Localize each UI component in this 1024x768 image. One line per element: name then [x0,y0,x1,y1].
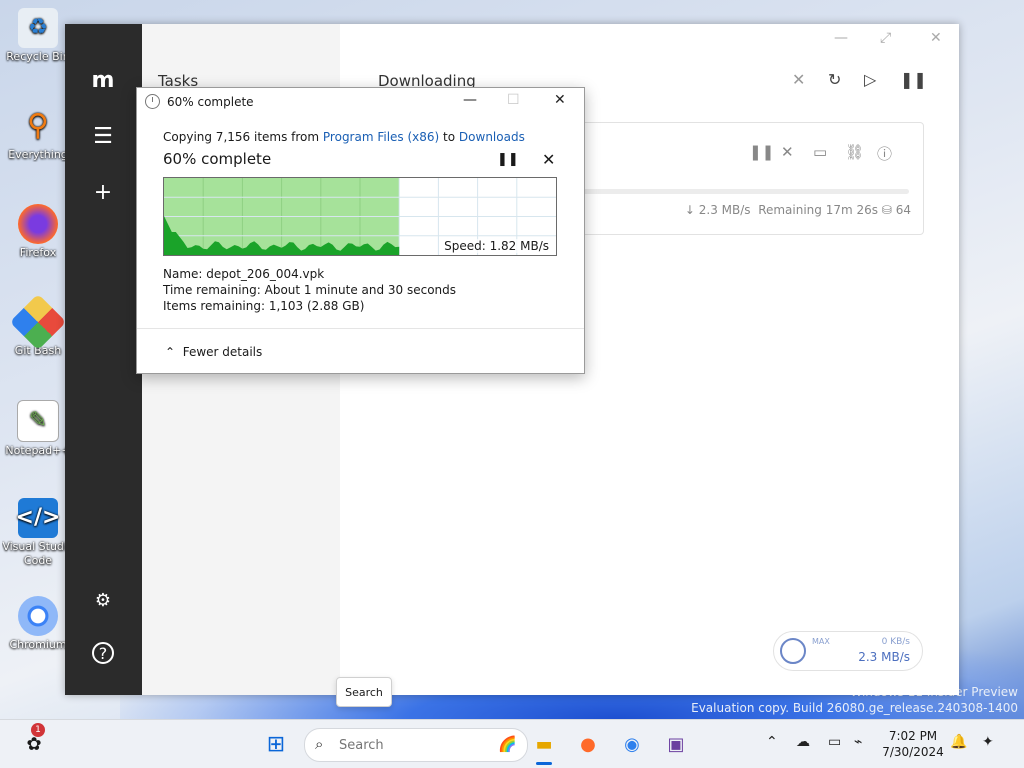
dialog-minimize-icon[interactable]: — [463,92,477,108]
desktop-icon-label: Firefox [19,246,57,259]
onedrive-icon[interactable]: ☁ [796,734,810,750]
cancel-copy-icon[interactable]: ✕ [542,150,555,169]
app-close-icon[interactable]: ✕ [930,30,942,46]
notification-badge: 1 [31,723,45,737]
copy-mid: to [439,130,459,144]
dialog-close-icon[interactable]: ✕ [554,92,566,108]
app-taskbar-icon[interactable]: ▣ [662,730,690,758]
speed-meter[interactable]: MAX 0 KB/s 2.3 MB/s [773,631,923,671]
search-highlight-icon: 🌈 [498,735,517,753]
upload-speed: 0 KB/s [881,637,910,647]
desktop-icon-label: Notepad++ [5,444,71,457]
qbittorrent-icon[interactable]: ◉ [618,730,646,758]
destination-folder-link[interactable]: Downloads [459,130,525,144]
clock-icon [145,94,160,109]
menu-icon[interactable]: ☰ [89,122,117,150]
task-card[interactable]: ❚❚ ✕ ▭ ⛓ ⓘ ↓ 2.3 MB/s Remaining 17m 26s … [576,122,924,235]
transfer-speed-graph: Speed: 1.82 MB/s [163,177,557,256]
help-icon[interactable]: ? [92,642,114,664]
desktop-icon-label: Recycle Bin [6,50,70,63]
taskbar: ✿ 1 ⊞ ⌕ 🌈 ▬ ● ◉ ▣ ⌃ ☁ ▭ ⌁ 7:02 PM 7/30/2… [0,719,1024,768]
resume-all-icon[interactable]: ▷ [864,70,876,89]
source-folder-link[interactable]: Program Files (x86) [323,130,439,144]
app-rail: m ☰ + ⚙ ? [65,24,142,695]
desktop-icon-firefox[interactable]: Firefox [2,204,74,260]
file-name-line: Name: depot_206_004.vpk [163,267,325,281]
search-icon: ⌕ [315,735,324,753]
speed-max-label: MAX [812,637,830,646]
download-speed: 2.3 MB/s [858,650,910,664]
copy-progress-dialog: 60% complete — ☐ ✕ Copying 7,156 items f… [136,87,585,374]
app-logo-icon: m [91,67,115,93]
file-explorer-icon[interactable]: ▬ [530,730,558,758]
app-maximize-icon[interactable]: ⤢ [880,30,891,46]
desktop-icon-git-bash[interactable]: Git Bash [2,293,74,358]
firefox-taskbar-icon[interactable]: ● [574,730,602,758]
task-link-icon[interactable]: ⛓ [845,143,864,161]
task-pause-icon[interactable]: ❚❚ [749,143,774,161]
firefox-icon [18,204,58,244]
taskbar-clock[interactable]: 7:02 PM 7/30/2024 [880,728,946,760]
task-delete-icon[interactable]: ✕ [781,143,794,161]
pause-all-icon[interactable]: ❚❚ [900,70,927,89]
recycle-bin-icon: ♻ [18,8,58,48]
task-remaining: Remaining 17m 26s [758,203,879,217]
speedometer-icon [780,638,806,664]
copilot-icon[interactable]: ✦ [982,734,994,750]
add-task-icon[interactable]: + [89,178,117,206]
display-icon[interactable]: ▭ [828,734,841,750]
search-tooltip: Search [336,677,392,707]
notification-bell-icon[interactable]: 🔔 [950,734,967,750]
dialog-titlebar[interactable]: 60% complete — ☐ ✕ [137,88,584,116]
vscode-icon: </> [16,498,60,538]
pause-copy-icon[interactable]: ❚❚ [497,152,519,167]
task-stats: ↓ 2.3 MB/s Remaining 17m 26s ⛁ 64 [685,203,911,217]
active-indicator [536,762,552,765]
dialog-maximize-icon: ☐ [507,92,520,108]
items-remaining-line: Items remaining: 1,103 (2.88 GB) [163,299,365,313]
tray-overflow-icon[interactable]: ⌃ [766,734,778,750]
everything-icon: ⚲ [27,108,49,143]
settings-sliders-icon[interactable]: ⚙ [89,586,117,614]
desktop-icon-label: Chromium [9,638,67,651]
dialog-title: 60% complete [167,95,254,109]
task-speed: ↓ 2.3 MB/s [684,203,751,217]
taskbar-search[interactable]: ⌕ 🌈 [304,728,528,762]
desktop-icon-label: Visual Studio Code [2,540,74,567]
notepadpp-icon: ✎ [17,400,59,442]
desktop-icon-everything[interactable]: ⚲ Everything [2,106,74,162]
dialog-separator [137,328,584,329]
desktop-icon-vscode[interactable]: </> Visual Studio Code [2,498,74,568]
git-bash-icon [9,293,67,351]
copy-summary: Copying 7,156 items from Program Files (… [163,130,525,144]
chevron-up-icon: ⌃ [165,345,176,359]
watermark-line-2: Evaluation copy. Build 26080.ge_release.… [691,701,1018,715]
desktop-icon-label: Everything [8,148,68,161]
chromium-icon [18,596,58,636]
network-icon[interactable]: ⌁ [854,734,862,750]
app-minimize-icon[interactable]: — [834,30,848,46]
percent-complete: 60% complete [163,150,272,168]
start-windows-icon[interactable]: ⊞ [262,730,290,758]
clock-date: 7/30/2024 [882,745,944,759]
search-input[interactable] [337,735,461,755]
desktop-icon-notepadpp[interactable]: ✎ Notepad++ [2,400,74,458]
fewer-details-label: Fewer details [182,345,263,359]
fewer-details-button[interactable]: ⌃ Fewer details [165,345,262,359]
refresh-icon[interactable]: ↻ [828,70,841,89]
task-info-icon[interactable]: ⓘ [877,143,892,164]
task-progress-bar [577,189,909,194]
desktop-icon-recycle-bin[interactable]: ♻ Recycle Bin [2,8,74,64]
remove-icon[interactable]: ✕ [792,70,805,89]
task-connections: ⛁ 64 [881,203,911,217]
time-remaining-line: Time remaining: About 1 minute and 30 se… [163,283,457,297]
copy-prefix: Copying 7,156 items from [163,130,323,144]
desktop-icon-chromium[interactable]: Chromium [2,596,74,652]
clock-time: 7:02 PM [888,729,938,743]
speed-readout: Speed: 1.82 MB/s [442,239,551,253]
task-folder-icon[interactable]: ▭ [813,143,827,161]
